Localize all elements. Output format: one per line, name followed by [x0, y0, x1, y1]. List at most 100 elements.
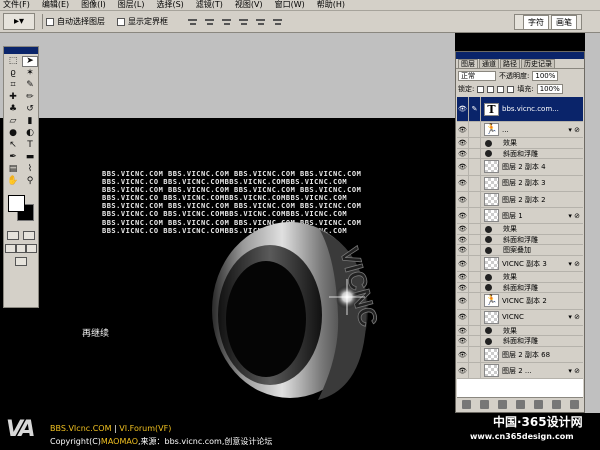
layer-effect-row[interactable]: 👁 效果 [457, 272, 583, 283]
type-tool-icon[interactable]: T [22, 140, 38, 151]
layer-effect-row[interactable]: 👁 斜面和浮雕 [457, 336, 583, 347]
dodge-tool-icon[interactable]: ◐ [22, 128, 38, 139]
menu-item[interactable]: 滤镜(T) [196, 0, 223, 10]
tab-history[interactable]: 历史记录 [521, 59, 555, 68]
effect-eye-icon[interactable]: 👁 [457, 224, 469, 234]
align-right-icon[interactable] [271, 16, 284, 28]
layer-link-icon[interactable]: ✎ [469, 97, 481, 121]
layer-row[interactable]: 👁 🏃 VICNC 副本 2 [457, 293, 583, 310]
layer-row[interactable]: 👁 图层 2 ... ▾ ⊘ [457, 363, 583, 380]
healing-brush-icon[interactable]: ✚ [5, 92, 21, 103]
effect-eye-icon[interactable]: 👁 [457, 272, 469, 282]
layer-link-icon[interactable] [469, 363, 481, 379]
layer-link-icon[interactable] [469, 208, 481, 224]
crop-tool-icon[interactable]: ⌗ [5, 80, 21, 91]
menu-item[interactable]: 帮助(H) [317, 0, 345, 10]
tab-layers[interactable]: 图层 [458, 59, 478, 68]
effect-eye-icon[interactable]: 👁 [457, 138, 469, 148]
jump-to-imageready-icon[interactable] [15, 257, 27, 266]
link-layers-icon[interactable] [461, 400, 471, 409]
standard-mode-icon[interactable] [7, 231, 19, 240]
layer-effect-row[interactable]: 👁 效果 [457, 138, 583, 149]
layer-visibility-eye-icon[interactable]: 👁 [457, 97, 469, 121]
full-screen-menu-icon[interactable] [15, 244, 27, 253]
layer-link-icon[interactable] [469, 191, 481, 208]
layer-row[interactable]: 👁 图层 2 副本 3 [457, 175, 583, 192]
layer-effect-row[interactable]: 👁 图案叠加 [457, 245, 583, 256]
palette-tab-brushes[interactable]: 画笔 [551, 15, 577, 29]
blur-tool-icon[interactable]: ● [5, 128, 21, 139]
blend-mode-select[interactable]: 正常 [458, 71, 496, 81]
zoom-tool-icon[interactable]: ⚲ [22, 176, 38, 187]
foreground-color-swatch[interactable] [8, 195, 25, 212]
history-brush-icon[interactable]: ↺ [22, 104, 38, 115]
effect-eye-icon[interactable]: 👁 [457, 325, 469, 336]
layer-visibility-eye-icon[interactable]: 👁 [457, 208, 469, 224]
layer-link-icon[interactable] [469, 122, 481, 138]
lock-position-checkbox[interactable] [497, 85, 505, 93]
eraser-tool-icon[interactable]: ▱ [5, 116, 21, 127]
layer-row[interactable]: 👁 ✎ Tbbs.vicnc.com... [457, 97, 583, 122]
opacity-field[interactable]: 100% [532, 71, 559, 81]
toolbox-title-bar[interactable] [4, 47, 38, 54]
fill-field[interactable]: 100% [536, 84, 563, 94]
layer-row[interactable]: 👁 图层 1 ▾ ⊘ [457, 208, 583, 225]
layer-visibility-eye-icon[interactable]: 👁 [457, 255, 469, 272]
layer-visibility-eye-icon[interactable]: 👁 [457, 175, 469, 191]
layer-visibility-eye-icon[interactable]: 👁 [457, 122, 469, 138]
layer-effect-row[interactable]: 👁 斜面和浮雕 [457, 282, 583, 294]
layer-link-icon[interactable] [469, 159, 481, 175]
marquee-tool-icon[interactable]: ⬚ [5, 56, 21, 67]
layer-visibility-eye-icon[interactable]: 👁 [457, 293, 469, 309]
align-top-icon[interactable] [186, 16, 199, 28]
menu-item[interactable]: 图像(I) [81, 0, 106, 10]
hand-tool-icon[interactable]: ✋ [5, 176, 21, 187]
add-style-icon[interactable] [479, 400, 489, 409]
slice-tool-icon[interactable]: ✎ [22, 80, 38, 91]
tab-channels[interactable]: 通道 [479, 59, 499, 68]
quick-mask-mode-icon[interactable] [23, 231, 35, 240]
layer-row[interactable]: 👁 图层 2 副本 4 [457, 159, 583, 176]
move-tool-icon[interactable]: ➤ [22, 56, 38, 67]
align-bottom-icon[interactable] [220, 16, 233, 28]
align-middle-icon[interactable] [203, 16, 216, 28]
magic-wand-tool-icon[interactable]: ✶ [22, 68, 38, 79]
show-bounding-box-checkbox[interactable]: 显示定界框 [117, 16, 168, 27]
clone-stamp-icon[interactable]: ♣ [5, 104, 21, 115]
effect-eye-icon[interactable]: 👁 [457, 148, 469, 159]
layer-effect-row[interactable]: 👁 效果 [457, 325, 583, 337]
brush-tool-icon[interactable]: ✏ [22, 92, 38, 103]
lock-transparency-checkbox[interactable] [477, 85, 485, 93]
menu-item[interactable]: 视图(V) [235, 0, 263, 10]
layer-visibility-eye-icon[interactable]: 👁 [457, 159, 469, 175]
full-screen-icon[interactable] [26, 244, 38, 253]
notes-tool-icon[interactable]: ▤ [5, 164, 21, 175]
tool-preset-picker[interactable]: ▸▾ [3, 13, 35, 30]
layer-row[interactable]: 👁 VICNC 副本 3 ▾ ⊘ [457, 255, 583, 273]
standard-screen-icon[interactable] [5, 244, 16, 253]
layer-effect-row[interactable]: 👁 效果 [457, 224, 583, 235]
trash-icon[interactable] [569, 400, 579, 409]
layer-row[interactable]: 👁 VICNC ▾ ⊘ [457, 309, 583, 326]
new-set-icon[interactable] [515, 400, 525, 409]
palette-tab-character[interactable]: 字符 [523, 15, 549, 29]
layer-link-icon[interactable] [469, 255, 481, 272]
path-selection-icon[interactable]: ↖ [5, 140, 21, 151]
tab-paths[interactable]: 路径 [500, 59, 520, 68]
layer-link-icon[interactable] [469, 346, 481, 363]
menu-item[interactable]: 文件(F) [3, 0, 30, 10]
layer-link-icon[interactable] [469, 293, 481, 309]
layer-link-icon[interactable] [469, 309, 481, 325]
layer-visibility-eye-icon[interactable]: 👁 [457, 191, 469, 208]
lock-all-checkbox[interactable] [507, 85, 515, 93]
layer-visibility-eye-icon[interactable]: 👁 [457, 346, 469, 363]
lock-pixels-checkbox[interactable] [487, 85, 495, 93]
align-left-icon[interactable] [237, 16, 250, 28]
layer-row[interactable]: 👁 图层 2 副本 2 [457, 191, 583, 209]
menu-item[interactable]: 编辑(E) [42, 0, 69, 10]
effect-eye-icon[interactable]: 👁 [457, 336, 469, 346]
effect-eye-icon[interactable]: 👁 [457, 245, 469, 255]
layer-visibility-eye-icon[interactable]: 👁 [457, 363, 469, 379]
menu-item[interactable]: 选择(S) [156, 0, 183, 10]
effect-eye-icon[interactable]: 👁 [457, 234, 469, 245]
